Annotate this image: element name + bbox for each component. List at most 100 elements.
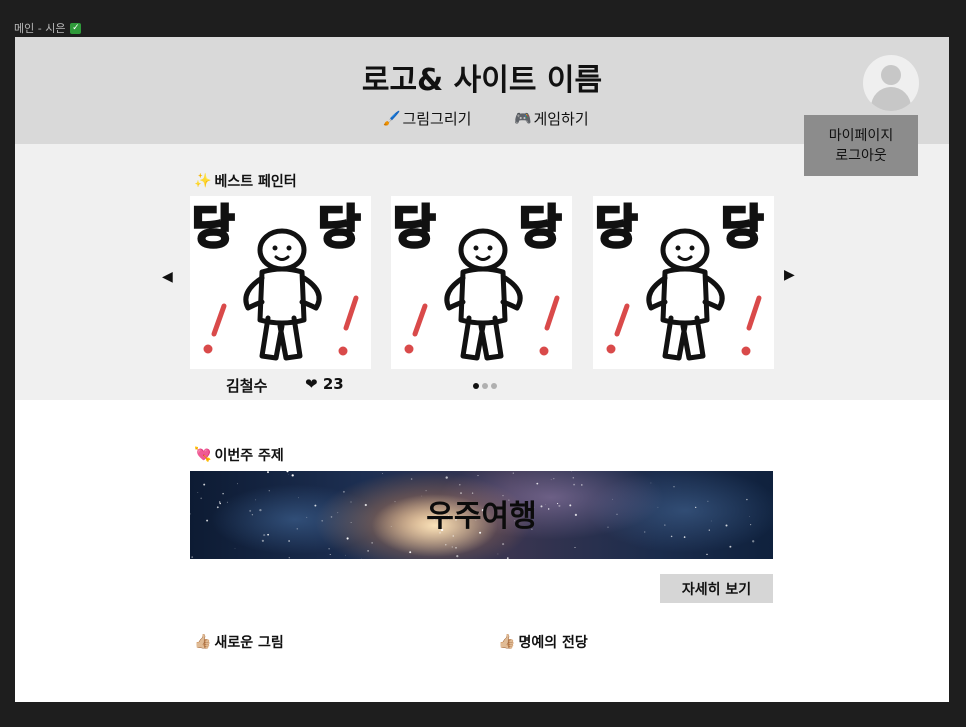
doodle-text-right: 당 xyxy=(318,200,360,254)
stick-figure xyxy=(444,228,523,361)
star xyxy=(455,546,457,549)
star xyxy=(345,554,346,556)
star xyxy=(267,471,269,474)
carousel-prev-icon[interactable]: ◀ xyxy=(162,269,173,285)
avatar-body xyxy=(871,87,911,111)
hall-of-fame-title-text: 명예의 전당 xyxy=(518,635,588,651)
painting-card[interactable]: 당당 xyxy=(391,196,572,369)
doodle-text-right: 당 xyxy=(519,200,561,254)
carousel-next-icon[interactable]: ▶ xyxy=(784,267,795,283)
user-menu: 마이페이지 로그아웃 xyxy=(804,115,918,176)
star xyxy=(367,550,369,552)
doodle-drawing: 당당 xyxy=(392,199,563,361)
star xyxy=(706,553,708,556)
artist-name: 김철수 xyxy=(226,377,268,395)
star xyxy=(477,475,479,477)
star xyxy=(329,553,331,556)
weekly-theme-title-text: 이번주 주제 xyxy=(214,448,284,464)
star xyxy=(445,544,447,546)
star xyxy=(581,484,583,486)
frame-label: 메인 - 시은 ✓ xyxy=(14,20,82,36)
mypage-link[interactable]: 마이페이지 xyxy=(829,126,893,146)
star xyxy=(382,473,384,474)
sparkles-icon: ✨ xyxy=(194,173,212,189)
doodle-text-left: 당 xyxy=(595,200,637,254)
nav-drawing[interactable]: 🖌️ 그림그리기 xyxy=(383,108,471,129)
stick-figure xyxy=(243,228,322,361)
star xyxy=(670,535,673,538)
star xyxy=(410,478,413,480)
carousel-dot[interactable] xyxy=(482,383,488,389)
avatar[interactable] xyxy=(863,55,919,111)
new-drawings-title-text: 새로운 그림 xyxy=(214,635,284,651)
star xyxy=(573,483,576,486)
star xyxy=(536,482,539,485)
nav-games[interactable]: 🎮 게임하기 xyxy=(514,108,589,129)
star xyxy=(574,546,576,549)
like-count: ❤ 23 xyxy=(305,375,344,393)
star xyxy=(287,473,289,475)
star xyxy=(502,543,505,546)
star xyxy=(191,556,194,558)
painting-card[interactable]: 당당 xyxy=(593,196,774,369)
doodle-drawing: 당당 xyxy=(191,199,362,361)
star xyxy=(409,551,412,554)
star xyxy=(550,479,552,481)
nav-games-label: 게임하기 xyxy=(533,110,589,128)
weekly-theme-text: 우주여행 xyxy=(426,499,537,534)
logout-link[interactable]: 로그아웃 xyxy=(835,146,887,166)
page: 로고& 사이트 이름 🖌️ 그림그리기 🎮 게임하기 마이페이지 로그아웃 ✨ … xyxy=(15,37,949,702)
doodle-text-right: 당 xyxy=(721,200,763,254)
star xyxy=(237,483,239,485)
star xyxy=(288,540,290,542)
star xyxy=(553,477,555,480)
heart-icon: ❤ xyxy=(305,375,318,393)
star xyxy=(456,555,459,558)
star xyxy=(346,537,349,540)
carousel-dot[interactable] xyxy=(473,383,479,389)
avatar-head xyxy=(881,65,901,85)
doodle-drawing: 당당 xyxy=(594,199,765,361)
star xyxy=(371,542,373,544)
paintbrush-icon: 🖌️ xyxy=(383,110,401,127)
stick-figure xyxy=(646,228,725,361)
painting-card[interactable]: 당당 xyxy=(190,196,371,369)
star xyxy=(683,536,686,538)
best-painter-section: ✨ 베스트 페인터 ◀ ▶ 당당 당당 당당 김철수 ❤ 23 xyxy=(15,144,949,400)
star xyxy=(452,535,454,537)
star xyxy=(571,471,572,473)
star xyxy=(451,546,453,548)
star xyxy=(203,483,206,486)
more-details-button[interactable]: 자세히 보기 xyxy=(660,574,773,603)
weekly-theme-banner[interactable]: 우주여행 xyxy=(190,471,773,559)
star xyxy=(752,540,755,543)
best-painter-title: ✨ 베스트 페인터 xyxy=(194,171,297,191)
site-title: 로고& 사이트 이름 xyxy=(361,63,603,98)
star xyxy=(512,472,514,474)
star xyxy=(497,553,499,555)
star xyxy=(650,482,652,484)
gamepad-icon: 🎮 xyxy=(514,110,532,127)
star xyxy=(673,486,675,488)
star xyxy=(445,476,448,479)
star xyxy=(261,539,265,542)
new-drawings-title: 👍🏼 새로운 그림 xyxy=(194,632,284,652)
doodle-text-left: 당 xyxy=(393,200,435,254)
star xyxy=(729,545,732,548)
star xyxy=(328,548,330,550)
star xyxy=(234,548,236,549)
star xyxy=(506,557,509,559)
star xyxy=(286,471,289,473)
doodle-text-left: 당 xyxy=(192,200,234,254)
thumbs-up-icon: 👍🏼 xyxy=(498,634,516,650)
weekly-theme-title: 💘 이번주 주제 xyxy=(194,445,284,465)
carousel-dot[interactable] xyxy=(491,383,497,389)
best-painter-title-text: 베스트 페인터 xyxy=(214,174,297,190)
star xyxy=(459,484,461,486)
hall-of-fame-title: 👍🏼 명예의 전당 xyxy=(498,632,588,652)
star xyxy=(291,474,294,477)
frame-label-text: 메인 - 시은 xyxy=(14,22,66,35)
star xyxy=(288,557,290,559)
like-count-value: 23 xyxy=(322,375,344,393)
nav-drawing-label: 그림그리기 xyxy=(402,110,472,128)
